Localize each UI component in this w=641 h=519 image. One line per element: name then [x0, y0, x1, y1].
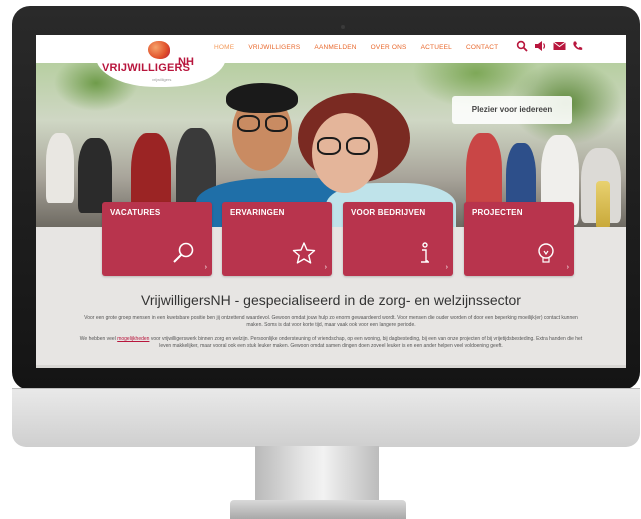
tile-title: ERVARINGEN — [230, 208, 285, 217]
person-left-glasses — [265, 115, 288, 132]
bg-person — [46, 133, 74, 203]
nav-item-actueel[interactable]: ACTUEEL — [421, 44, 452, 51]
tile-ervaringen[interactable]: ERVARINGEN › — [222, 202, 332, 276]
person-right-glasses — [317, 137, 341, 155]
mail-icon[interactable] — [553, 40, 566, 56]
main-nav: HOME VRIJWILLIGERS AANMELDEN OVER ONS AC… — [214, 44, 512, 51]
screen-bottom-edge — [36, 365, 626, 368]
options-paragraph: We hebben veel mogelijkheden voor vrijwi… — [76, 336, 586, 350]
logo-tagline: vrijwilligers — [152, 77, 172, 82]
chevron-right-icon: › — [445, 264, 448, 271]
tile-voor-bedrijven[interactable]: VOOR BEDRIJVEN › — [343, 202, 453, 276]
page-title: VrijwilligersNH - gespecialiseerd in de … — [141, 292, 521, 308]
site-logo[interactable]: VRIJWILLIGERS NH vrijwilligers — [96, 39, 226, 87]
tile-vacatures[interactable]: VACATURES › — [102, 202, 212, 276]
logo-name: VRIJWILLIGERS — [102, 62, 191, 74]
chevron-right-icon: › — [204, 264, 207, 271]
logo-suffix: NH — [178, 56, 194, 68]
search-icon[interactable] — [516, 40, 528, 56]
nav-item-contact[interactable]: CONTACT — [466, 44, 498, 51]
tile-title: PROJECTEN — [472, 208, 523, 217]
hero-caption: Plezier voor iedereen — [452, 96, 572, 124]
header-icons — [516, 40, 584, 56]
nav-item-vrijwilligers[interactable]: VRIJWILLIGERS — [248, 44, 300, 51]
speaker-icon[interactable] — [534, 40, 547, 56]
phone-icon[interactable] — [572, 40, 584, 56]
nav-item-over-ons[interactable]: OVER ONS — [371, 44, 407, 51]
paragraph-text: We hebben veel — [79, 336, 118, 342]
tile-title: VACATURES — [110, 208, 161, 217]
intro-paragraph: Voor een grote groep mensen in een kwets… — [84, 315, 578, 328]
lightbulb-icon — [534, 241, 558, 270]
star-icon — [292, 241, 316, 270]
nav-item-home[interactable]: HOME — [214, 44, 234, 51]
nav-item-aanmelden[interactable]: AANMELDEN — [314, 44, 356, 51]
paragraph-text: voor vrijwilligerswerk binnen zorg en we… — [149, 336, 583, 349]
feature-tiles: VACATURES › ERVARINGEN › VOOR BEDRIJVEN … — [102, 202, 574, 276]
webcam-dot — [341, 25, 345, 29]
tile-title: VOOR BEDRIJVEN — [351, 208, 426, 217]
logo-mark-icon — [148, 41, 170, 59]
monitor-chin — [12, 388, 640, 447]
website-screen: VRIJWILLIGERS NH vrijwilligers HOME VRIJ… — [36, 35, 626, 368]
bottle — [596, 181, 610, 227]
person-right-glasses — [346, 137, 370, 155]
info-icon — [413, 241, 437, 270]
chevron-right-icon: › — [324, 264, 327, 271]
person-left-glasses — [237, 115, 260, 132]
person-left-hair — [226, 83, 298, 113]
magnifier-icon — [172, 241, 196, 270]
tile-projecten[interactable]: PROJECTEN › — [464, 202, 574, 276]
mogelijkheden-link[interactable]: mogelijkheden — [117, 336, 149, 342]
monitor-stand-neck — [255, 446, 379, 504]
chevron-right-icon: › — [566, 264, 569, 271]
monitor-stand-foot — [230, 500, 406, 519]
